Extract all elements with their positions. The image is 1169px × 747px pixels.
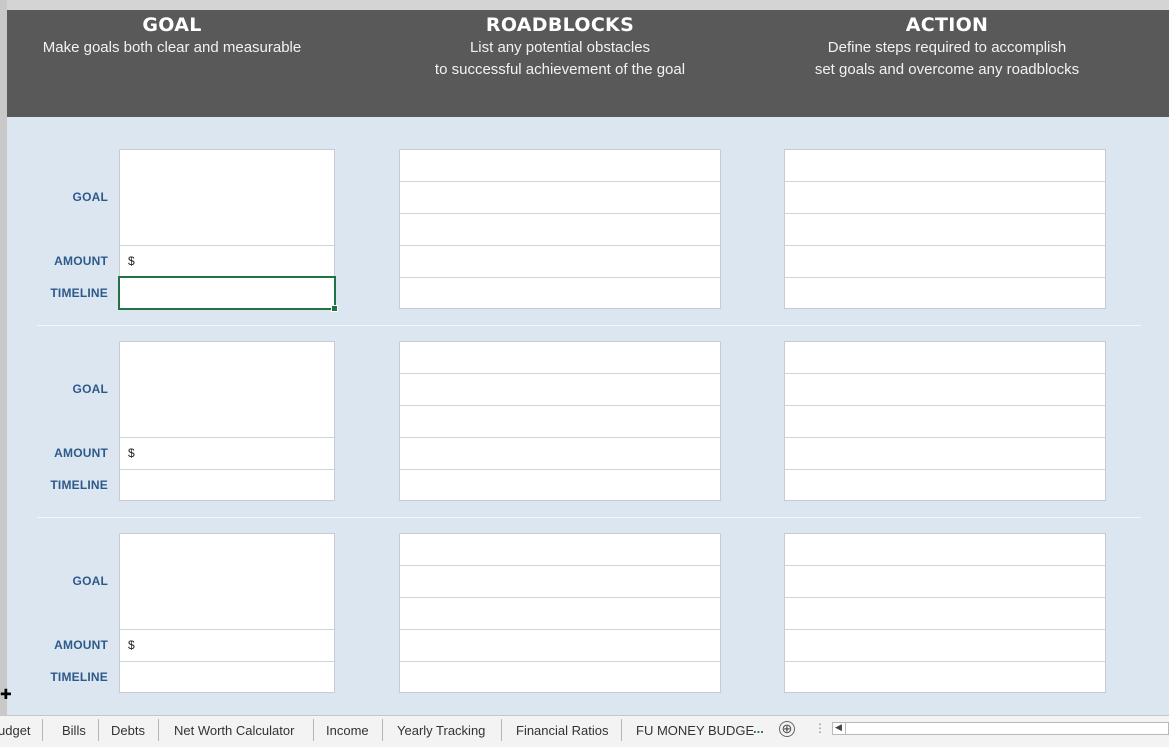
tab-separator [158, 719, 159, 741]
header-roadblocks-subtitle-line-1: List any potential obstacles [469, 39, 651, 56]
header-action-subtitle-line-2: set goals and overcome any roadblocks [814, 61, 1080, 78]
timeline-label: TIMELINE [50, 478, 108, 492]
goal-input-cell[interactable]: $ [119, 341, 335, 501]
actions-box-line[interactable] [785, 342, 1105, 374]
roadblocks-box-line[interactable] [400, 342, 720, 374]
actions-box-line[interactable] [785, 566, 1105, 598]
goal-block: GOAL AMOUNT TIMELINE $ [7, 309, 1169, 501]
goal-input-cell[interactable]: $ [119, 533, 335, 693]
worksheet-area: GOAL AMOUNT TIMELINE $ GOAL AMOUNT TIMELINE $ GO… [7, 117, 1169, 715]
currency-symbol: $ [128, 446, 135, 460]
goal-label: GOAL [72, 190, 108, 204]
actions-box-line[interactable] [785, 182, 1105, 214]
actions-box-line[interactable] [785, 278, 1105, 310]
top-strip [0, 0, 1169, 10]
roadblocks-box-line[interactable] [400, 406, 720, 438]
goal-block: GOAL AMOUNT TIMELINE $ [7, 501, 1169, 693]
actions-box [784, 533, 1106, 693]
actions-box-line[interactable] [785, 214, 1105, 246]
roadblocks-box-line[interactable] [400, 150, 720, 182]
actions-box-line[interactable] [785, 534, 1105, 566]
roadblocks-box [399, 149, 721, 309]
timeline-input-cell[interactable] [120, 469, 334, 502]
tab-separator [313, 719, 314, 741]
roadblocks-box-line[interactable] [400, 566, 720, 598]
amount-label: AMOUNT [54, 446, 108, 460]
currency-symbol: $ [128, 254, 135, 268]
roadblocks-box-line[interactable] [400, 182, 720, 214]
header-goal-subtitle: Make goals both clear and measurable [42, 39, 302, 56]
tab-split-handle-icon[interactable]: ⋮ [814, 721, 826, 735]
more-tabs-indicator[interactable]: ... [753, 721, 764, 736]
header-roadblocks-title: ROADBLOCKS [485, 14, 635, 36]
roadblocks-box-line[interactable] [400, 214, 720, 246]
tab-separator [98, 719, 99, 741]
actions-box-line[interactable] [785, 630, 1105, 662]
header-roadblocks-subtitle-line-2: to successful achievement of the goal [434, 61, 686, 78]
roadblocks-box [399, 341, 721, 501]
roadblocks-box-line[interactable] [400, 278, 720, 310]
amount-input-cell[interactable]: $ [120, 437, 334, 470]
tab-separator [621, 719, 622, 741]
tab-separator [501, 719, 502, 741]
actions-box-line[interactable] [785, 470, 1105, 502]
sheet-tab[interactable]: FU MONEY BUDGE [636, 721, 754, 741]
add-sheet-icon[interactable]: ⊕ [779, 721, 795, 737]
active-cell-selection[interactable] [118, 276, 338, 312]
roadblocks-box-line[interactable] [400, 470, 720, 502]
sheet-tab[interactable]: Net Worth Calculator [174, 721, 294, 741]
goal-label: GOAL [72, 382, 108, 396]
actions-box-line[interactable] [785, 406, 1105, 438]
row-header-gutter [0, 0, 7, 715]
header-action: ACTION Define steps required to accompli… [782, 13, 1112, 81]
roadblocks-box-line[interactable] [400, 630, 720, 662]
amount-input-cell[interactable]: $ [120, 629, 334, 662]
amount-label: AMOUNT [54, 254, 108, 268]
actions-box-line[interactable] [785, 438, 1105, 470]
scroll-left-arrow-icon[interactable]: ◀ [835, 722, 842, 733]
header-roadblocks: ROADBLOCKS List any potential obstacles … [397, 13, 723, 81]
header-goal: GOAL Make goals both clear and measurabl… [17, 13, 327, 59]
header-goal-title: GOAL [142, 14, 202, 36]
actions-box [784, 149, 1106, 309]
sheet-tab[interactable]: udget [0, 721, 31, 741]
roadblocks-box-line[interactable] [400, 438, 720, 470]
sheet-tab[interactable]: Bills [62, 721, 86, 741]
horizontal-scrollbar[interactable]: ◀ [832, 722, 1169, 735]
sheet-tab[interactable]: Debts [111, 721, 145, 741]
header-action-title: ACTION [905, 14, 989, 36]
goal-label: GOAL [72, 574, 108, 588]
roadblocks-box-line[interactable] [400, 246, 720, 278]
actions-box-line[interactable] [785, 246, 1105, 278]
tab-separator [382, 719, 383, 741]
sheet-tab[interactable]: Financial Ratios [516, 721, 609, 741]
roadblocks-box [399, 533, 721, 693]
currency-symbol: $ [128, 638, 135, 652]
actions-box-line[interactable] [785, 598, 1105, 630]
scroll-separator [845, 723, 846, 734]
actions-box-line[interactable] [785, 662, 1105, 694]
roadblocks-box-line[interactable] [400, 534, 720, 566]
timeline-label: TIMELINE [50, 670, 108, 684]
header-action-subtitle-line-1: Define steps required to accomplish [827, 39, 1067, 56]
actions-box-line[interactable] [785, 150, 1105, 182]
tab-separator [42, 719, 43, 741]
sheet-tab-bar: udget Bills Debts Net Worth Calculator Incom… [0, 715, 1169, 747]
amount-input-cell[interactable]: $ [120, 245, 334, 278]
timeline-label: TIMELINE [50, 286, 108, 300]
actions-box-line[interactable] [785, 374, 1105, 406]
amount-label: AMOUNT [54, 638, 108, 652]
cell-cursor-icon: ✚ [0, 686, 12, 702]
sheet-tab[interactable]: Income [326, 721, 369, 741]
roadblocks-box-line[interactable] [400, 374, 720, 406]
roadblocks-box-line[interactable] [400, 598, 720, 630]
roadblocks-box-line[interactable] [400, 662, 720, 694]
actions-box [784, 341, 1106, 501]
goal-block: GOAL AMOUNT TIMELINE $ [7, 117, 1169, 312]
timeline-input-cell[interactable] [120, 661, 334, 694]
sheet-tab[interactable]: Yearly Tracking [397, 721, 485, 741]
header-banner: GOAL Make goals both clear and measurabl… [7, 10, 1169, 117]
